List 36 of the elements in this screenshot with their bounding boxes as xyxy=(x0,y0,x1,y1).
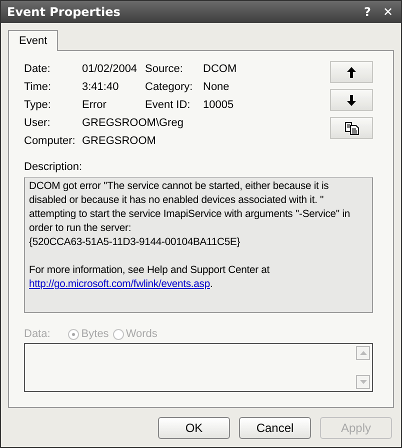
help-link[interactable]: http://go.microsoft.com/fwlink/events.asp xyxy=(29,279,210,290)
field-value: GREGSROOM xyxy=(82,135,157,148)
description-text: For more information, see Help and Support Center at http://go.microsoft.com/fwlink/events.asp. xyxy=(29,264,271,292)
field-label: Type: xyxy=(24,99,52,112)
close-button[interactable]: ✕ xyxy=(380,5,395,19)
copy-icon xyxy=(344,122,358,134)
field-label: Category: xyxy=(145,81,194,94)
dialog-button[interactable]: Cancel xyxy=(239,417,311,439)
description-text: {520CCA63-51A5-11D3-9144-00104BA11C5E} xyxy=(29,236,242,250)
field-value: 01/02/2004 xyxy=(82,63,138,76)
field-value: 3:41:40 xyxy=(82,81,120,94)
help-button[interactable]: ? xyxy=(362,5,373,19)
data-label: Data: xyxy=(24,328,50,340)
up-arrow-icon xyxy=(347,66,356,78)
description-label: Description: xyxy=(24,161,84,173)
tab[interactable]: Event xyxy=(8,30,58,51)
copy-button[interactable] xyxy=(330,117,373,139)
field-label: User: xyxy=(24,117,52,130)
field-label: Time: xyxy=(24,81,52,94)
up-triangle-icon xyxy=(360,351,366,355)
field-label: Date: xyxy=(24,63,52,76)
field-value: GREGSROOM\Greg xyxy=(82,117,184,130)
field-label: Event ID: xyxy=(145,99,192,112)
down-arrow-icon xyxy=(347,94,356,106)
next-button[interactable] xyxy=(330,89,373,111)
dialog-button[interactable]: OK xyxy=(158,417,230,439)
field-value: 10005 xyxy=(203,99,235,112)
down-triangle-icon xyxy=(360,380,366,384)
field-value: Error xyxy=(82,99,108,112)
field-label: Source: xyxy=(145,63,184,76)
description-text: DCOM got error "The service cannot be started, either because it is disabled or because it has no enabled devices associated with it. " attempting to start the service ImapiService with arguments "-Service" in order to run the server: xyxy=(29,180,351,236)
previous-button[interactable] xyxy=(330,61,373,83)
window-title: Event Properties xyxy=(7,5,120,19)
field-label: Computer: xyxy=(24,135,76,148)
field-value: None xyxy=(203,81,230,94)
field-value: DCOM xyxy=(203,63,237,76)
